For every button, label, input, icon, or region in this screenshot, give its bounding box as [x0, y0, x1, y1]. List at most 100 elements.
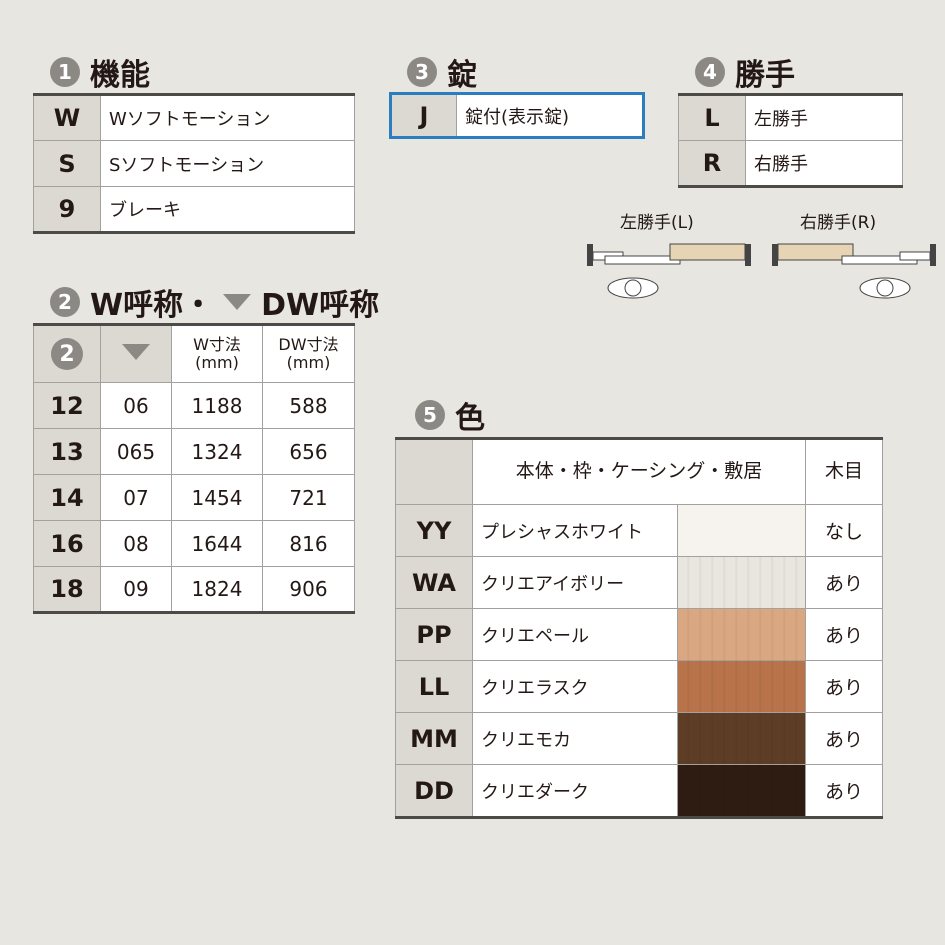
dw-code-cell: 07 — [100, 474, 172, 521]
sec2-title-text2: DW呼称 — [261, 288, 380, 323]
wood-cell: あり — [805, 712, 883, 765]
code-cell: L — [678, 94, 746, 141]
table-row: 16 08 1644 816 — [33, 520, 355, 567]
swatch-cell — [677, 764, 806, 818]
code-cell: 16 — [33, 520, 101, 567]
header-w-size: W寸法 (mm) — [171, 324, 263, 383]
w-cell: 1454 — [171, 474, 263, 521]
color-swatch — [678, 765, 805, 816]
code-cell: 18 — [33, 566, 101, 613]
table-row: 13 065 1324 656 — [33, 428, 355, 475]
table-row: L 左勝手 — [678, 94, 903, 141]
right-hand-label: 右勝手(R) — [800, 213, 877, 233]
dw-code-cell: 09 — [100, 566, 172, 613]
wood-cell: あり — [805, 556, 883, 609]
color-swatch — [678, 505, 805, 556]
right-hand-diagram — [772, 243, 936, 299]
size-table: 2 W寸法 (mm) DW寸法 (mm) 12 06 1188 588 13 0… — [33, 323, 355, 614]
sec3-title-text: 錠 — [447, 58, 477, 93]
color-swatch — [678, 713, 805, 764]
dw-cell: 588 — [262, 382, 355, 429]
table-row: R 右勝手 — [678, 140, 903, 187]
label-cell: 右勝手 — [745, 140, 903, 187]
label-cell: Sソフトモーション — [100, 140, 355, 187]
table-row: 14 07 1454 721 — [33, 474, 355, 521]
dw-code-cell: 065 — [100, 428, 172, 475]
table-row: W Wソフトモーション — [33, 94, 355, 141]
code-cell: 14 — [33, 474, 101, 521]
header-triangle-cell — [100, 324, 172, 383]
wood-cell: なし — [805, 504, 883, 557]
dw-cell: 656 — [262, 428, 355, 475]
color-swatch — [678, 609, 805, 660]
triangle-down-icon — [223, 294, 252, 310]
table-row: LL クリエラスク あり — [395, 660, 883, 713]
dw-cell: 721 — [262, 474, 355, 521]
label-cell: ブレーキ — [100, 186, 355, 233]
wood-cell: あり — [805, 764, 883, 818]
w-cell: 1824 — [171, 566, 263, 613]
sec5-title: 5 色 — [415, 393, 485, 437]
header-dw-size: DW寸法 (mm) — [262, 324, 355, 383]
code-cell: 12 — [33, 382, 101, 429]
label-cell: クリエダーク — [472, 764, 678, 818]
label-cell: プレシャスホワイト — [472, 504, 678, 557]
number-badge: 2 — [50, 287, 80, 317]
sec4-title-text: 勝手 — [735, 58, 795, 93]
w-cell: 1324 — [171, 428, 263, 475]
label-cell: クリエアイボリー — [472, 556, 678, 609]
code-cell: S — [33, 140, 101, 187]
sec3-title: 3 錠 — [407, 50, 477, 94]
swatch-cell — [677, 660, 806, 713]
code-cell: 13 — [33, 428, 101, 475]
sec5-title-text: 色 — [455, 401, 485, 436]
number-badge: 4 — [695, 57, 725, 87]
sec1-title: 1 機能 — [50, 50, 150, 94]
header-empty-cell — [395, 438, 473, 505]
label-cell: クリエペール — [472, 608, 678, 661]
code-cell: WA — [395, 556, 473, 609]
code-cell: LL — [395, 660, 473, 713]
table-row: YY プレシャスホワイト なし — [395, 504, 883, 557]
header-wood: 木目 — [805, 438, 883, 505]
left-hand-diagram — [587, 243, 751, 299]
table-row: J 錠付(表示錠) — [390, 93, 644, 138]
function-table: W Wソフトモーション S Sソフトモーション 9 ブレーキ — [33, 93, 355, 234]
triangle-down-icon — [122, 344, 150, 360]
sec2-title: 2 W呼称・ DW呼称 — [50, 280, 379, 324]
table-header-row: 本体・枠・ケーシング・敷居 木目 — [395, 438, 883, 505]
left-hand-label: 左勝手(L) — [620, 213, 694, 233]
code-cell: 9 — [33, 186, 101, 233]
code-cell: MM — [395, 712, 473, 765]
label-cell: クリエラスク — [472, 660, 678, 713]
color-swatch — [678, 661, 805, 712]
number-badge: 5 — [415, 400, 445, 430]
header-body: 本体・枠・ケーシング・敷居 — [472, 438, 806, 505]
table-header-row: 2 W寸法 (mm) DW寸法 (mm) — [33, 324, 355, 383]
table-row: S Sソフトモーション — [33, 140, 355, 187]
code-cell: J — [390, 93, 457, 138]
swatch-cell — [677, 712, 806, 765]
dw-cell: 816 — [262, 520, 355, 567]
swatch-cell — [677, 504, 806, 557]
code-cell: R — [678, 140, 746, 187]
label-cell: 錠付(表示錠) — [456, 93, 644, 138]
table-row: 18 09 1824 906 — [33, 566, 355, 613]
hand-table: L 左勝手 R 右勝手 — [678, 93, 903, 188]
table-row: MM クリエモカ あり — [395, 712, 883, 765]
header-num-cell: 2 — [33, 324, 101, 383]
color-swatch — [678, 557, 805, 608]
code-cell: DD — [395, 764, 473, 818]
swatch-cell — [677, 556, 806, 609]
w-cell: 1188 — [171, 382, 263, 429]
lock-table: J 錠付(表示錠) — [389, 92, 645, 139]
dw-cell: 906 — [262, 566, 355, 613]
table-row: WA クリエアイボリー あり — [395, 556, 883, 609]
table-row: 12 06 1188 588 — [33, 382, 355, 429]
label-cell: Wソフトモーション — [100, 94, 355, 141]
number-badge: 1 — [50, 57, 80, 87]
code-cell: W — [33, 94, 101, 141]
w-cell: 1644 — [171, 520, 263, 567]
code-cell: PP — [395, 608, 473, 661]
swatch-cell — [677, 608, 806, 661]
